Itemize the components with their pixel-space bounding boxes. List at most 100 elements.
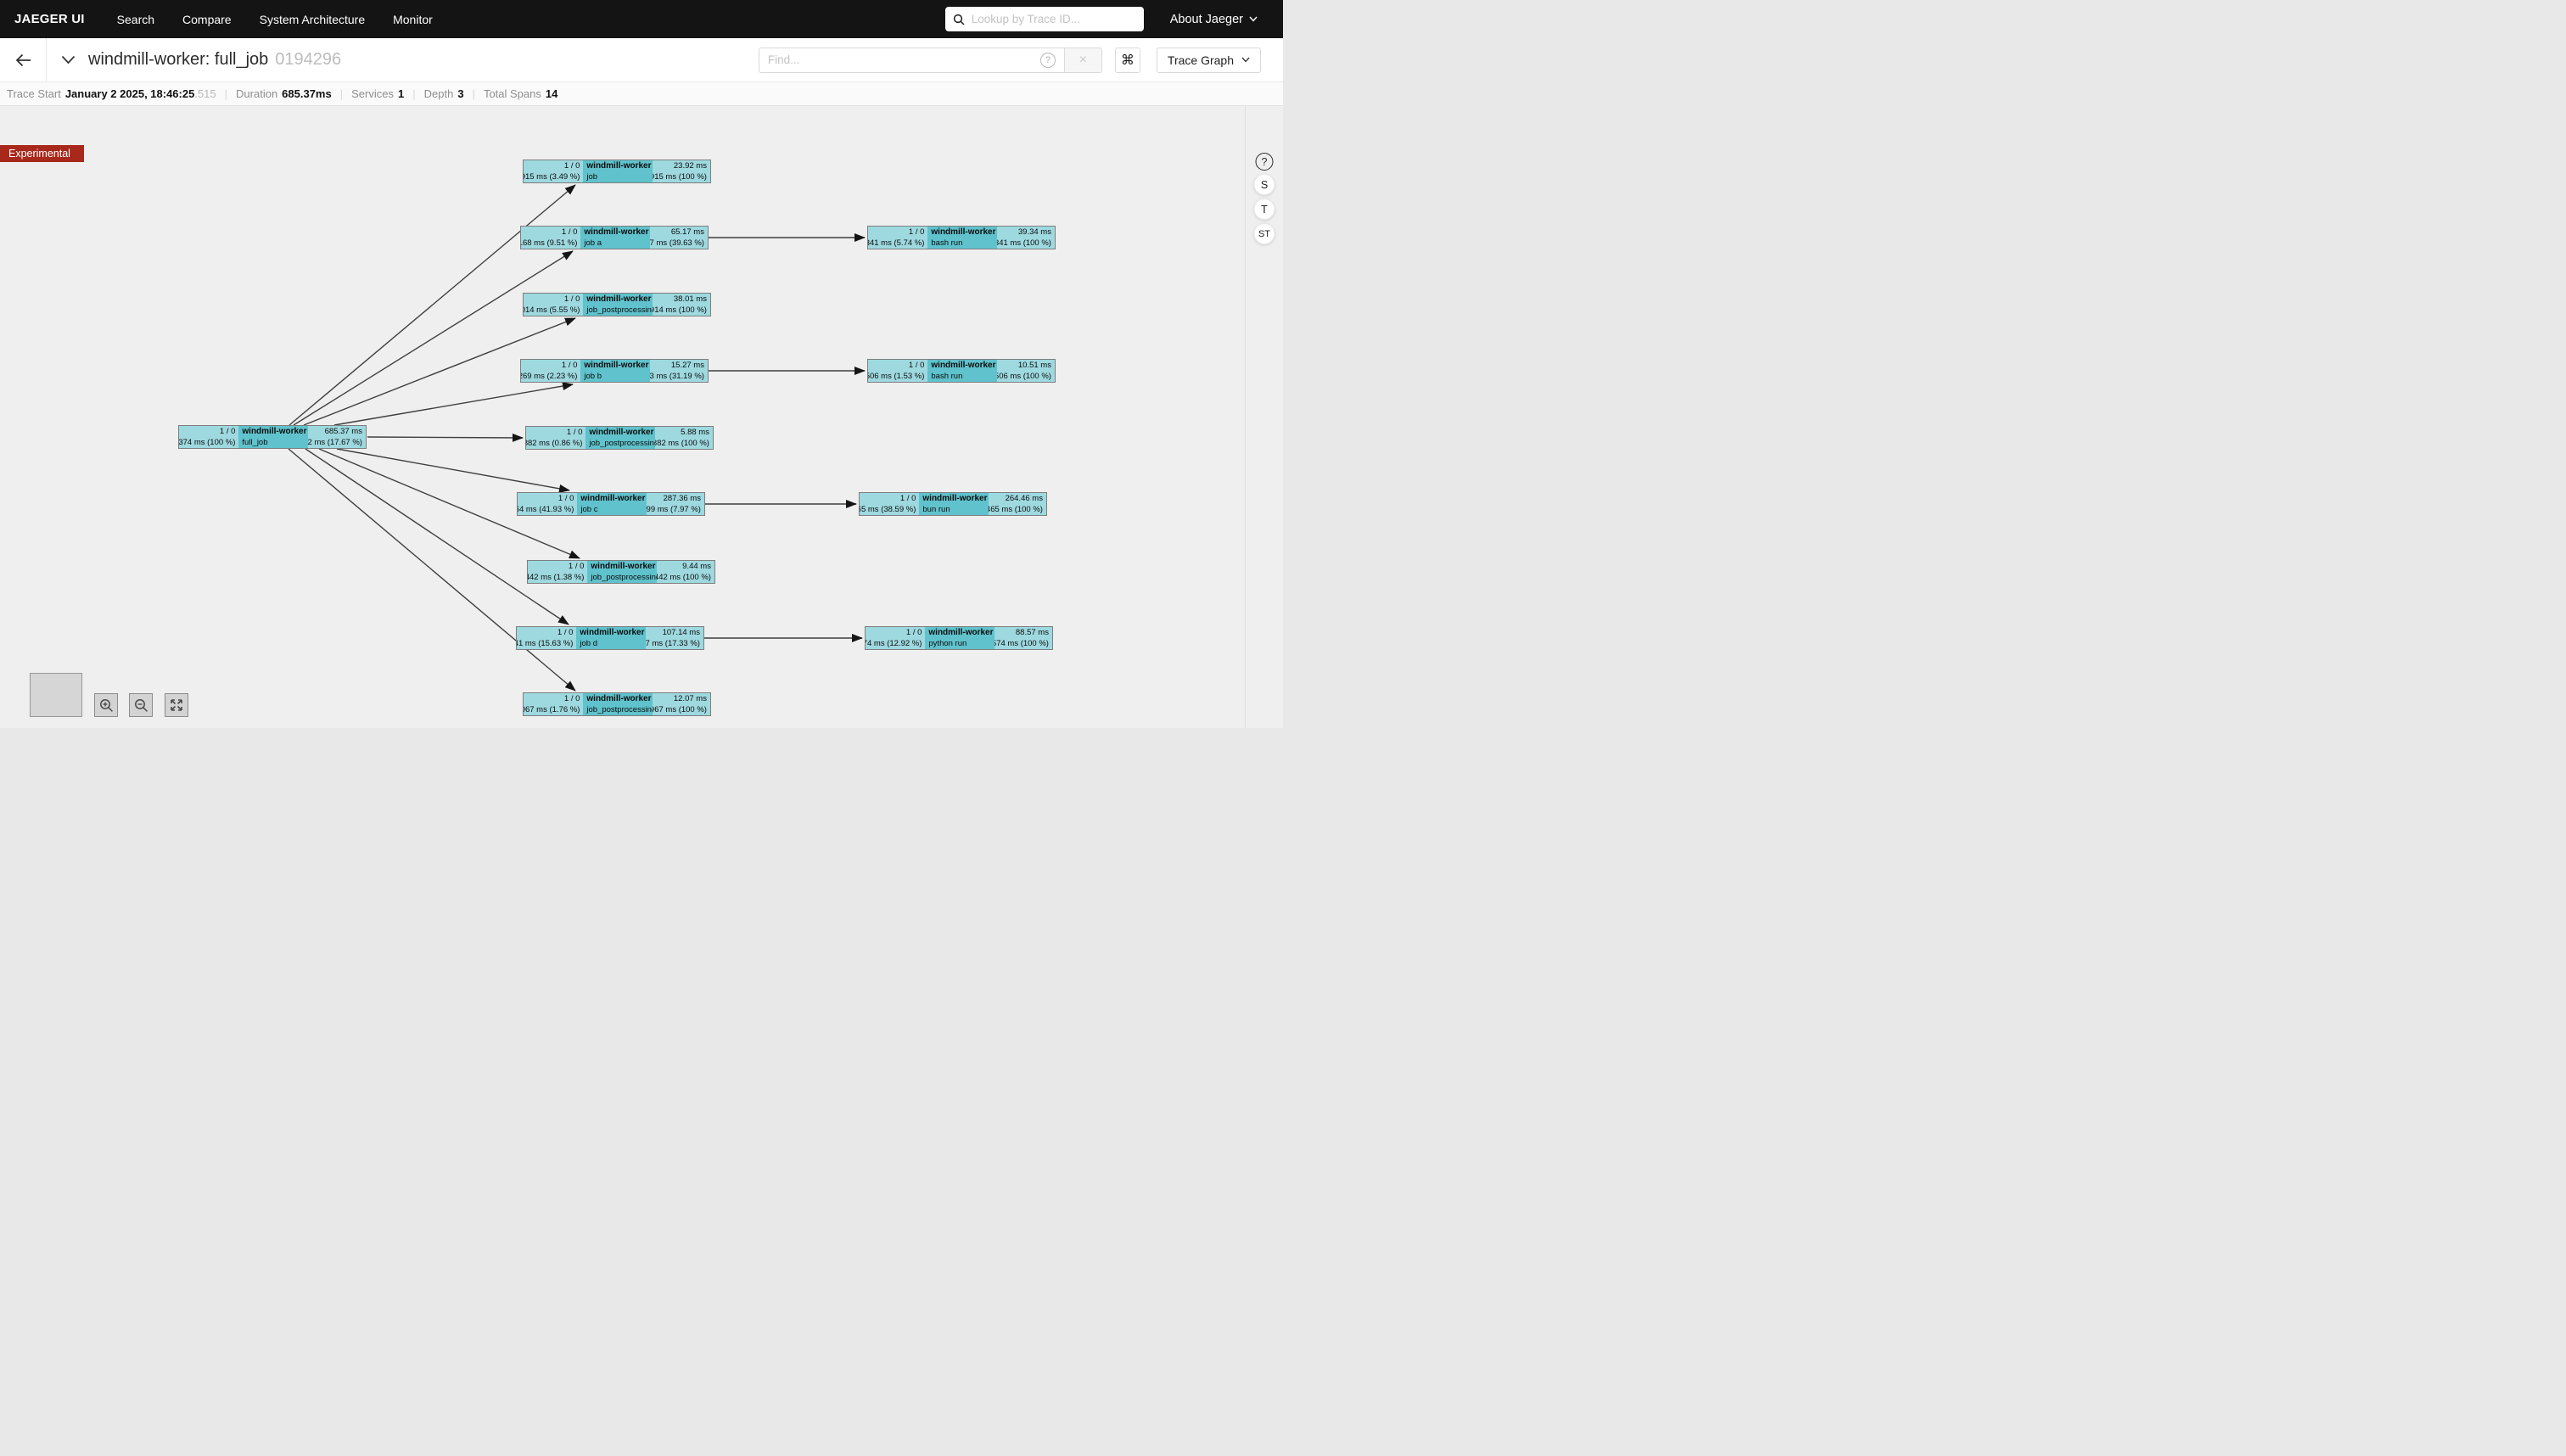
span-operation-name: job (586, 171, 652, 182)
app-logo[interactable]: JAEGER UI (14, 12, 85, 26)
collapse-header-button[interactable] (59, 53, 77, 66)
span-node-main: windmill-workerjob_postprocessing b (585, 427, 654, 449)
span-count: 1 / 0 (567, 427, 583, 438)
graph-help-button[interactable]: ? (1256, 153, 1274, 171)
nav-item-search[interactable]: Search (117, 13, 154, 26)
span-count: 1 / 0 (562, 360, 578, 371)
span-total-time: 10.506 ms (1.53 %) (868, 371, 924, 382)
span-node-job-c[interactable]: 1 / 0287.364 ms (41.93 %)windmill-worker… (517, 492, 705, 516)
span-node-bash-run-b[interactable]: 1 / 010.506 ms (1.53 %)windmill-workerba… (867, 359, 1056, 383)
span-service-name: windmill-worker (591, 562, 655, 571)
span-count: 1 / 0 (558, 493, 574, 504)
span-node-stats-left: 1 / 010.506 ms (1.53 %) (868, 360, 927, 382)
trace-lookup-box[interactable] (945, 7, 1144, 31)
toggle-time-button[interactable]: T (1254, 199, 1275, 220)
span-node-main: windmill-workerfull_job (238, 426, 307, 448)
span-node-python-run[interactable]: 1 / 088.574 ms (12.92 %)windmill-workerp… (865, 626, 1053, 650)
span-count: 1 / 0 (564, 294, 580, 305)
find-help-button[interactable]: ? (1032, 48, 1064, 72)
span-node-stats-left: 1 / 09.442 ms (1.38 %) (528, 561, 587, 583)
span-operation-name: bash run (931, 238, 996, 249)
span-self-time: 5.882 ms (100 %) (655, 438, 709, 449)
nav-item-system-architecture[interactable]: System Architecture (260, 13, 366, 26)
span-node-bash-run-a[interactable]: 1 / 039.341 ms (5.74 %)windmill-workerba… (867, 226, 1056, 249)
zoom-in-button[interactable] (94, 693, 118, 717)
span-node-job-postprocessing-c[interactable]: 1 / 09.442 ms (1.38 %)windmill-workerjob… (527, 560, 715, 584)
span-operation-name: job c (580, 504, 646, 515)
span-self-time: 88.574 ms (100 %) (994, 638, 1049, 649)
trace-id: 0194296 (275, 50, 341, 70)
toggle-selftime-button[interactable]: ST (1254, 223, 1275, 244)
span-node-bun-run[interactable]: 1 / 0264.465 ms (38.59 %)windmill-worker… (859, 492, 1047, 516)
span-duration: 15.27 ms (671, 360, 704, 371)
span-service-row: windmill-worker (580, 493, 646, 504)
nav-item-compare[interactable]: Compare (182, 13, 232, 26)
divider: | (340, 87, 343, 100)
span-service-name: windmill-worker (928, 628, 993, 637)
back-button[interactable] (0, 38, 47, 81)
span-node-stats-right: 23.92 ms23.915 ms (100 %) (653, 160, 710, 182)
span-node-stats-left: 1 / 0264.465 ms (38.59 %) (860, 493, 919, 515)
span-node-job-postprocessing-a[interactable]: 1 / 038.014 ms (5.55 %)windmill-workerjo… (523, 293, 711, 316)
span-duration: 287.36 ms (664, 493, 701, 504)
span-duration: 65.17 ms (671, 227, 704, 238)
trace-title: windmill-worker: full_job 0194296 (88, 50, 341, 70)
edge-full-job-to-job-postprocessing-b (367, 437, 523, 438)
span-node-stats-right: 264.46 ms264.465 ms (100 %) (989, 493, 1046, 515)
span-node-stats-left: 1 / 0685.374 ms (100 %) (179, 426, 238, 448)
span-service-row: windmill-worker (931, 360, 996, 371)
help-circle-icon: ? (1040, 53, 1056, 68)
fit-view-button[interactable] (165, 693, 188, 717)
span-count: 1 / 0 (569, 561, 585, 572)
trace-lookup-input[interactable] (970, 12, 1136, 26)
span-operation-name: bash run (931, 371, 996, 382)
span-duration: 5.88 ms (681, 427, 709, 438)
trace-graph-canvas[interactable]: Experimental 1 / 023.915 ms (3.49 %)wind… (0, 106, 1283, 728)
nav-item-monitor[interactable]: Monitor (393, 13, 433, 26)
span-node-stats-right: 88.57 ms88.574 ms (100 %) (994, 627, 1052, 649)
span-total-time: 39.341 ms (5.74 %) (868, 238, 924, 249)
span-node-job-d[interactable]: 1 / 0107.141 ms (15.63 %)windmill-worker… (516, 626, 704, 650)
span-node-job-b[interactable]: 1 / 015.269 ms (2.23 %)windmill-workerjo… (520, 359, 709, 383)
edge-full-job-to-job-a (294, 251, 573, 425)
span-self-time: 22.899 ms (7.97 %) (647, 504, 701, 515)
span-node-full-job[interactable]: 1 / 0685.374 ms (100 %)windmill-workerfu… (178, 425, 367, 449)
span-count: 1 / 0 (564, 160, 580, 171)
span-node-job[interactable]: 1 / 023.915 ms (3.49 %)windmill-workerjo… (523, 160, 711, 183)
divider: | (412, 87, 415, 100)
span-node-stats-left: 1 / 088.574 ms (12.92 %) (866, 627, 925, 649)
span-node-main: windmill-workerbash run (927, 360, 996, 382)
span-count: 1 / 0 (557, 627, 574, 638)
span-service-row: windmill-worker (586, 294, 652, 305)
trace-view-label: Trace Graph (1168, 53, 1234, 67)
span-node-job-postprocessing-b[interactable]: 1 / 05.882 ms (0.86 %)windmill-workerjob… (525, 426, 714, 450)
graph-minimap[interactable] (30, 673, 82, 717)
about-jaeger-label: About Jaeger (1170, 13, 1243, 26)
zoom-out-button[interactable] (129, 693, 153, 717)
span-node-job-postprocessing-d[interactable]: 1 / 012.067 ms (1.76 %)windmill-workerjo… (523, 692, 711, 716)
span-self-time: 10.506 ms (100 %) (997, 371, 1051, 382)
edge-full-job-to-job-d (305, 449, 569, 624)
toggle-service-button[interactable]: S (1254, 174, 1275, 195)
span-node-stats-right: 38.01 ms38.014 ms (100 %) (653, 294, 710, 316)
span-service-row: windmill-worker (586, 160, 652, 171)
span-service-row: windmill-worker (922, 493, 988, 504)
about-jaeger-menu[interactable]: About Jaeger (1170, 13, 1258, 26)
span-node-stats-right: 287.36 ms22.899 ms (7.97 %) (647, 493, 704, 515)
span-service-name: windmill-worker (931, 361, 995, 370)
find-input[interactable] (759, 48, 1032, 72)
span-node-job-a[interactable]: 1 / 065.168 ms (9.51 %)windmill-workerjo… (520, 226, 709, 249)
span-operation-name: job a (584, 238, 649, 249)
span-node-stats-left: 1 / 015.269 ms (2.23 %) (521, 360, 580, 382)
span-node-stats-left: 1 / 05.882 ms (0.86 %) (526, 427, 585, 449)
command-icon: ⌘ (1121, 52, 1135, 68)
find-clear-button[interactable]: × (1064, 48, 1101, 72)
keyboard-shortcuts-button[interactable]: ⌘ (1115, 48, 1140, 73)
span-service-name: windmill-worker (586, 694, 651, 703)
span-operation-name: job d (580, 638, 645, 649)
span-service-row: windmill-worker (931, 227, 996, 238)
span-node-main: windmill-workerjob b (580, 360, 649, 382)
trace-view-selector[interactable]: Trace Graph (1157, 48, 1261, 73)
expand-icon (170, 698, 183, 712)
span-duration: 264.46 ms (1006, 493, 1043, 504)
